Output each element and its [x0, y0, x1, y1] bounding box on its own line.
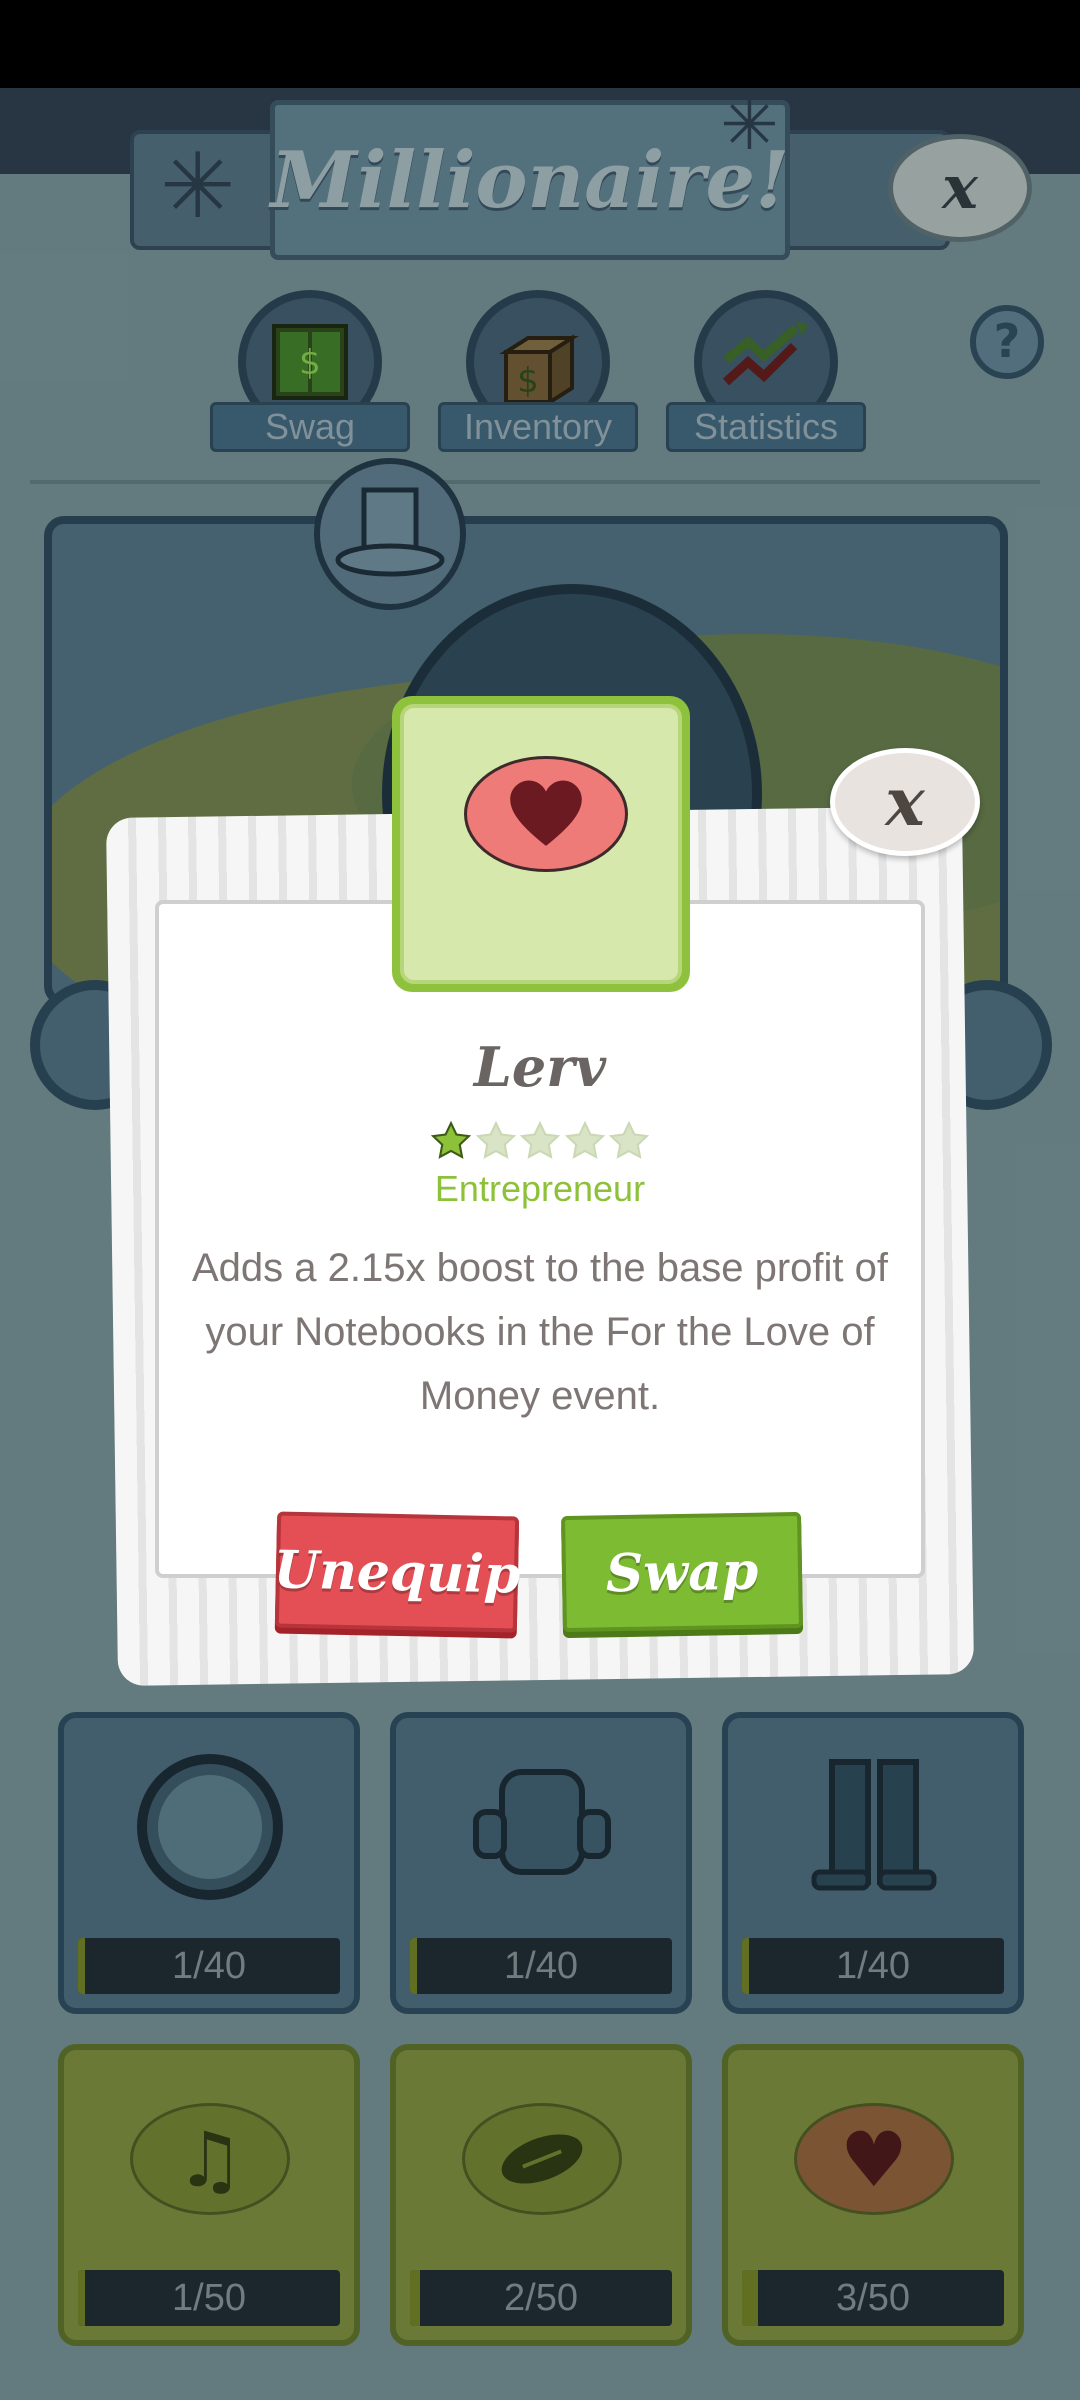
heart-icon — [464, 756, 628, 872]
star-filled-icon — [430, 1120, 472, 1159]
status-bar — [0, 0, 1080, 88]
item-description: Adds a 2.15x boost to the base profit of… — [191, 1246, 888, 1418]
unequip-button[interactable]: Unequip — [273, 1511, 521, 1633]
popup-close-button[interactable]: x — [830, 748, 980, 856]
swap-button[interactable]: Swap — [561, 1511, 803, 1633]
star-empty-icon — [475, 1120, 516, 1159]
star-empty-icon — [519, 1120, 561, 1159]
star-empty-icon — [608, 1120, 650, 1159]
item-frame-inner — [400, 704, 682, 984]
item-name: Lerv — [473, 1035, 607, 1099]
item-frame — [392, 696, 690, 992]
star-empty-icon — [564, 1120, 605, 1159]
game-screen: Millionaire! ✳ ✳ x $ Swag $ Inventory St… — [0, 0, 1080, 2400]
item-rank: Entrepreneur — [434, 1168, 646, 1209]
star-rating — [430, 1120, 650, 1170]
